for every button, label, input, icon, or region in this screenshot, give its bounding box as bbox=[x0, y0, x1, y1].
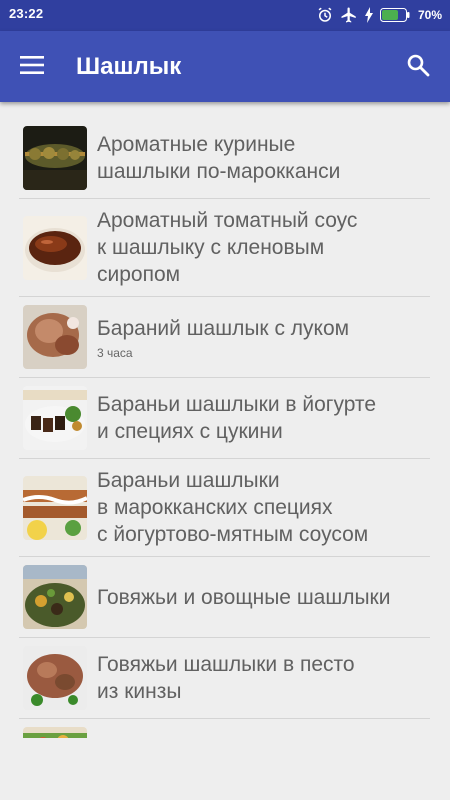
recipe-text: Ароматный томатный соус к шашлыку с клен… bbox=[97, 207, 430, 288]
recipe-text: Говяжьи шашлыки в песто из кинзы bbox=[97, 651, 430, 705]
status-time: 23:22 bbox=[9, 6, 44, 21]
recipe-title: Бараний шашлык с луком bbox=[97, 316, 350, 340]
list-item[interactable]: Бараний шашлык с луком 3 часа bbox=[19, 297, 430, 378]
recipe-duration: 3 часа bbox=[97, 345, 133, 360]
charging-bolt-icon bbox=[364, 7, 374, 23]
menu-button[interactable] bbox=[12, 47, 52, 87]
list-item[interactable]: Говяжьи шашлыки на гриле bbox=[19, 719, 430, 738]
recipe-thumbnail bbox=[23, 386, 87, 450]
page-title: Шашлык bbox=[76, 53, 182, 80]
recipe-title: Бараньи шашлыки в марокканских специях с… bbox=[97, 469, 369, 546]
recipe-thumbnail bbox=[23, 305, 87, 369]
recipe-thumbnail bbox=[23, 126, 87, 190]
status-bar: 23:22 70% bbox=[0, 0, 450, 31]
search-button[interactable] bbox=[398, 47, 438, 87]
recipe-text: Говяжьи и овощные шашлыки bbox=[97, 584, 430, 611]
search-icon bbox=[406, 53, 430, 82]
hamburger-menu-icon bbox=[20, 55, 44, 80]
recipe-text: Ароматные куриные шашлыки по-марокканси bbox=[97, 131, 430, 185]
recipe-text: Бараний шашлык с луком 3 часа bbox=[97, 315, 430, 360]
recipe-list[interactable]: Ароматные куриные шашлыки по-марокканси А… bbox=[19, 118, 430, 738]
list-item[interactable]: Ароматный томатный соус к шашлыку с клен… bbox=[19, 199, 430, 297]
recipe-title: Говяжьи шашлыки в песто из кинзы bbox=[97, 653, 355, 703]
status-icons: 70% bbox=[316, 5, 442, 25]
recipe-text: Бараньи шашлыки в йогурте и специях с цу… bbox=[97, 391, 430, 445]
list-item[interactable]: Говяжьи и овощные шашлыки bbox=[19, 557, 430, 638]
recipe-title: Ароматные куриные шашлыки по-марокканси bbox=[97, 133, 341, 183]
recipe-thumbnail bbox=[23, 475, 87, 540]
recipe-thumbnail bbox=[23, 215, 87, 280]
list-item[interactable]: Ароматные куриные шашлыки по-марокканси bbox=[19, 118, 430, 199]
recipe-title: Бараньи шашлыки в йогурте и специях с цу… bbox=[97, 393, 376, 443]
battery-icon bbox=[379, 8, 410, 22]
list-item[interactable]: Бараньи шашлыки в марокканских специях с… bbox=[19, 459, 430, 557]
recipe-thumbnail bbox=[23, 646, 87, 710]
recipe-title: Говяжьи и овощные шашлыки bbox=[97, 585, 391, 609]
recipe-thumbnail bbox=[23, 727, 87, 738]
app-bar: Шашлык bbox=[0, 31, 450, 102]
airplane-mode-icon bbox=[340, 6, 358, 24]
list-item[interactable]: Бараньи шашлыки в йогурте и специях с цу… bbox=[19, 378, 430, 459]
battery-percent: 70% bbox=[417, 8, 442, 22]
recipe-text: Бараньи шашлыки в марокканских специях с… bbox=[97, 467, 430, 548]
alarm-icon bbox=[316, 6, 334, 24]
recipe-title: Ароматный томатный соус к шашлыку с клен… bbox=[97, 209, 358, 286]
recipe-thumbnail bbox=[23, 565, 87, 629]
list-item[interactable]: Говяжьи шашлыки в песто из кинзы bbox=[19, 638, 430, 719]
